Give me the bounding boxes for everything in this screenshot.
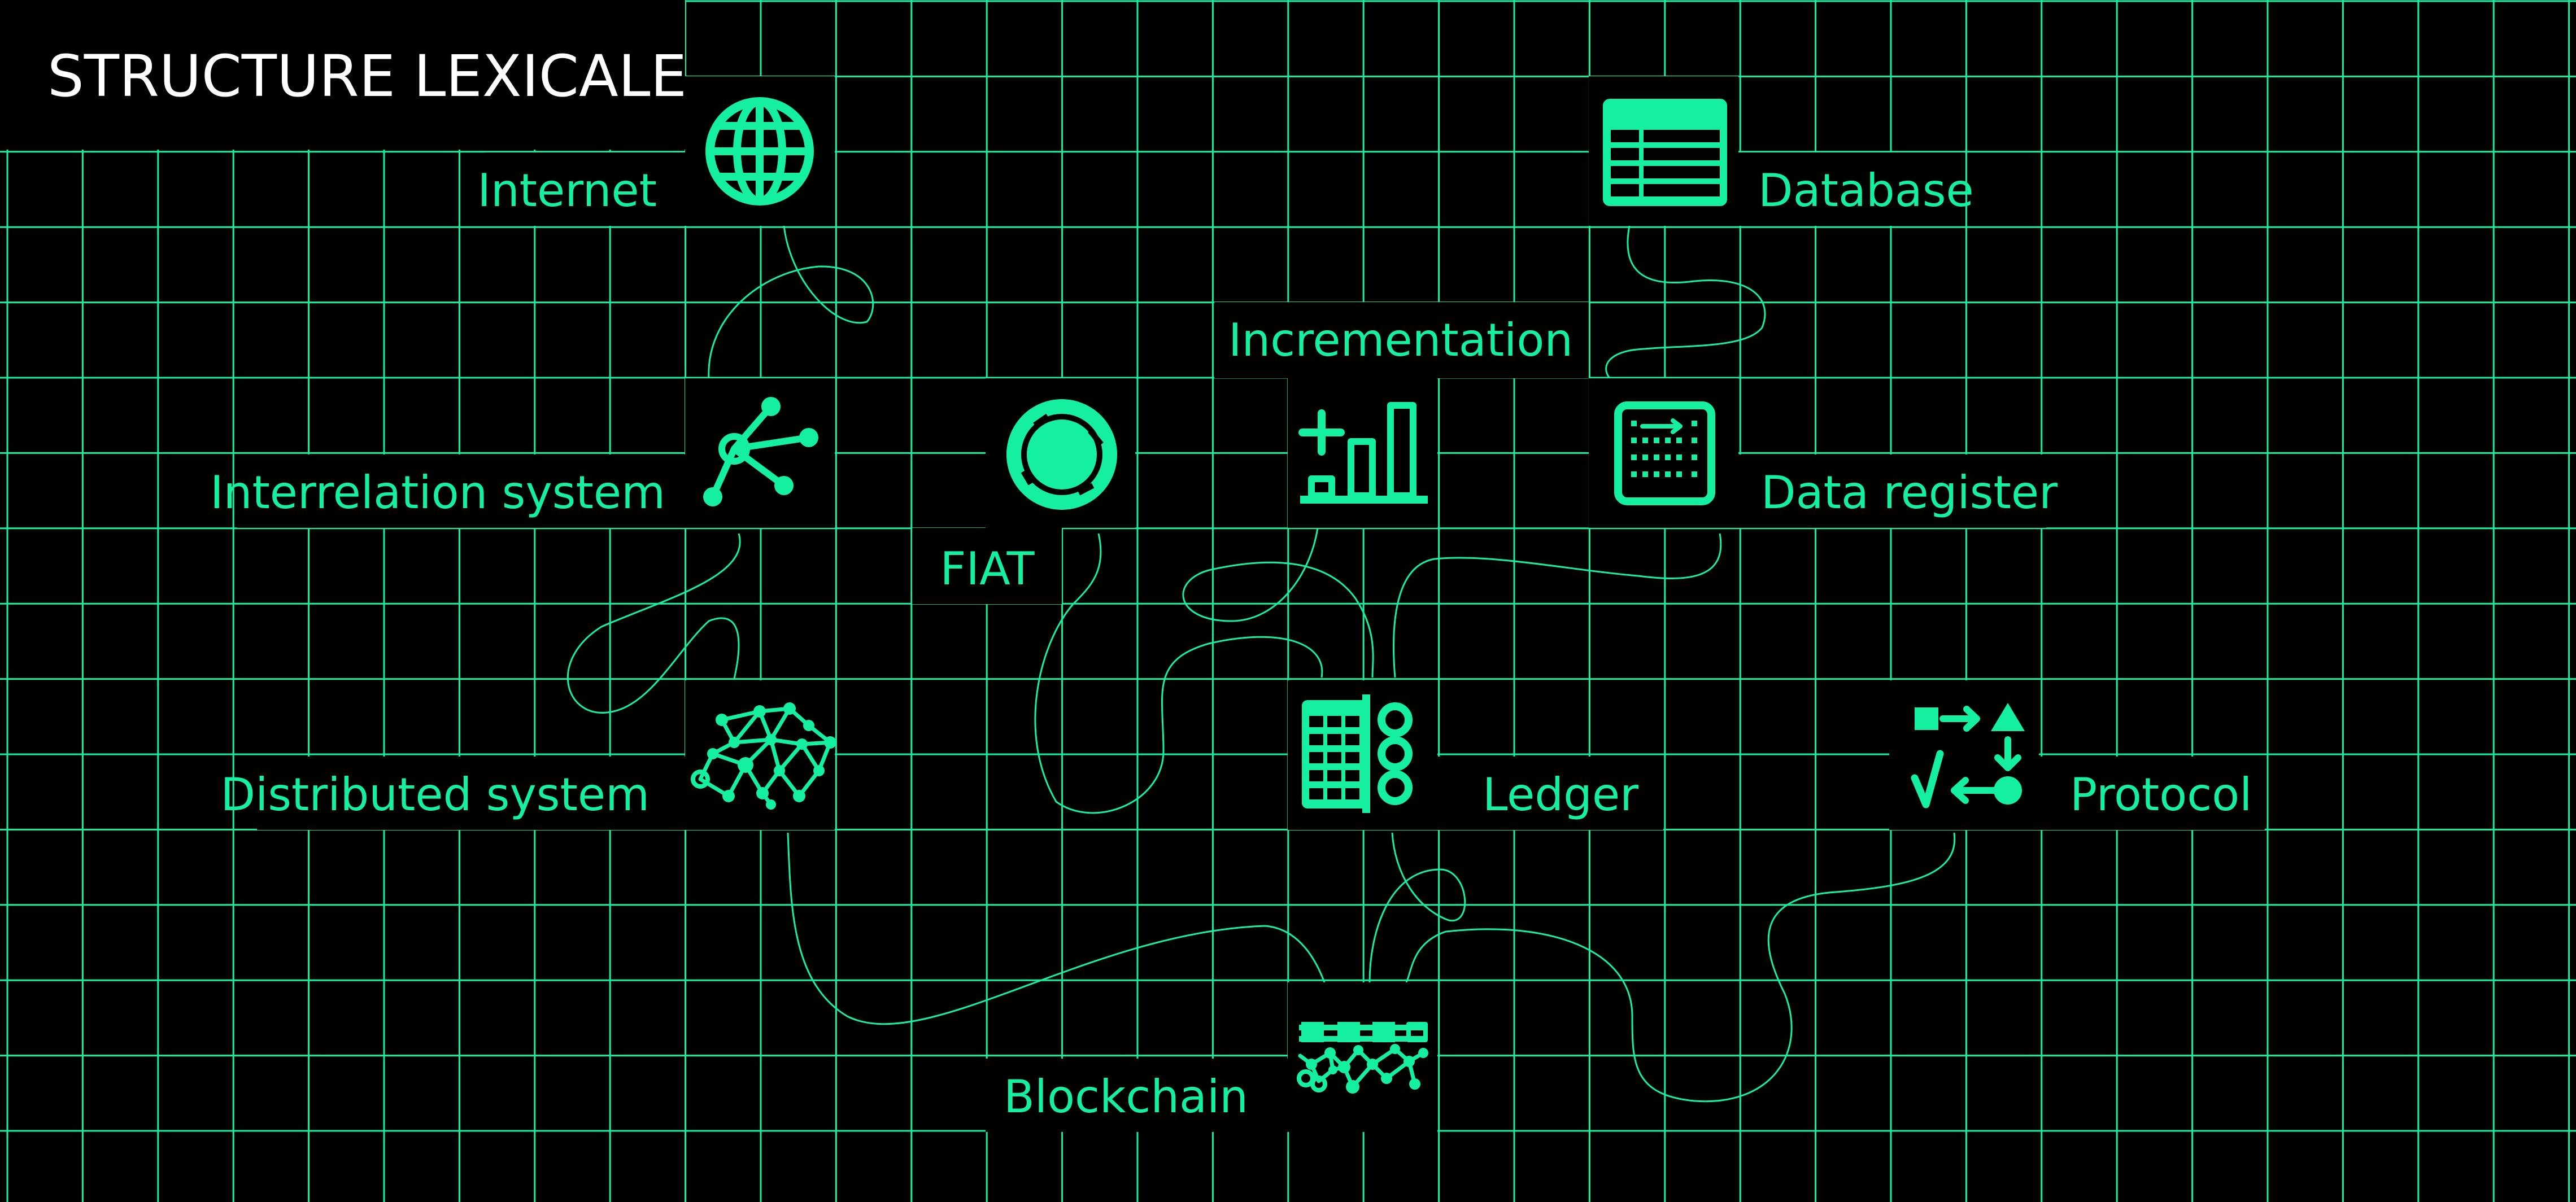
label-blockchain: Blockchain [1004, 1070, 1248, 1123]
lexical-structure-diagram: STRUCTURE LEXICALE Internet Database Inc… [0, 0, 2576, 1202]
label-ledger: Ledger [1483, 768, 1638, 821]
tile-interrelation [685, 378, 835, 528]
label-fiat: FIAT [940, 543, 1035, 595]
label-internet: Internet [477, 164, 657, 217]
label-database: Database [1758, 164, 1974, 217]
label-incrementation: Incrementation [1228, 314, 1573, 366]
table-icon [1603, 99, 1727, 206]
tile-data-register [1589, 378, 1738, 528]
label-distributed: Distributed system [221, 768, 650, 821]
globe-icon [705, 97, 814, 206]
page-title: STRUCTURE LEXICALE [47, 43, 687, 110]
coin-icon [1006, 399, 1117, 510]
label-protocol: Protocol [2070, 768, 2252, 821]
label-data-register: Data register [1761, 466, 2058, 519]
label-interrelation: Interrelation system [210, 466, 665, 519]
